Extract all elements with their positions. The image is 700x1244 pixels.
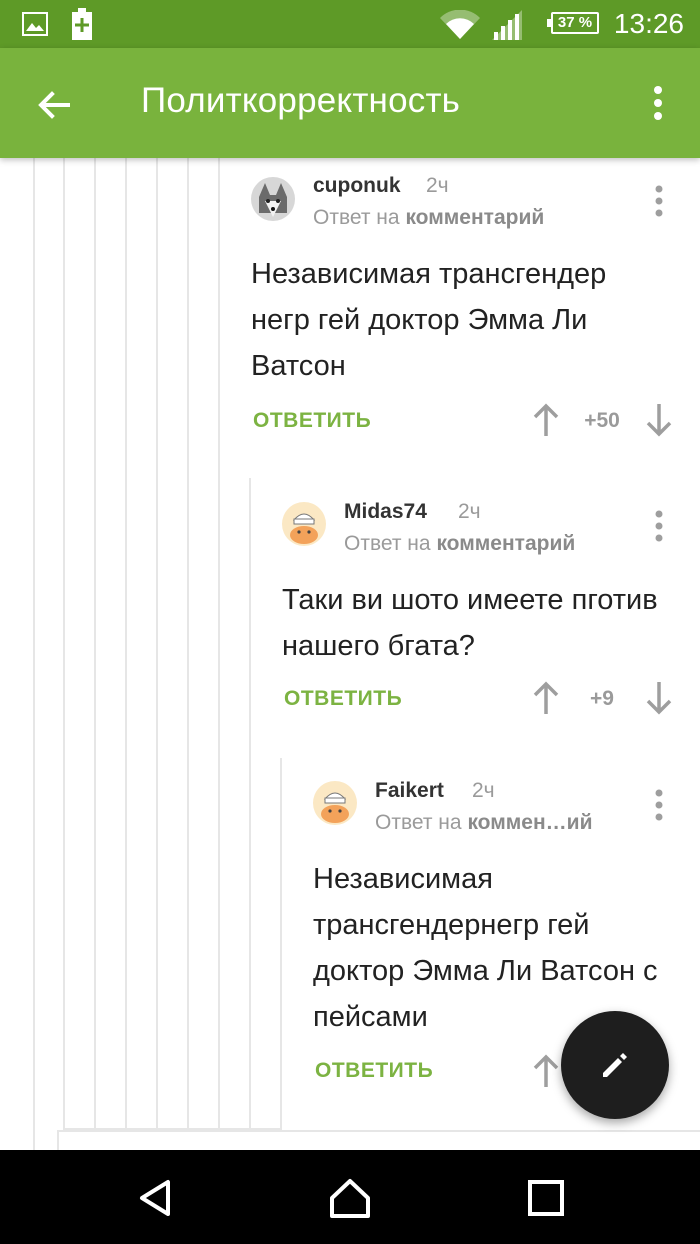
recents-icon[interactable] bbox=[524, 1176, 568, 1220]
battery-level: 37 % bbox=[557, 14, 593, 31]
avatar[interactable] bbox=[313, 781, 357, 825]
wifi-icon bbox=[440, 10, 480, 39]
reply-button[interactable]: ОТВЕТИТЬ bbox=[253, 409, 371, 433]
reply-to-link[interactable]: комментарий bbox=[436, 532, 575, 555]
arrow-back-icon[interactable] bbox=[30, 81, 78, 129]
reply-to: Ответ на комментарий bbox=[313, 206, 544, 230]
signal-icon bbox=[492, 10, 522, 40]
default-avatar-icon bbox=[282, 502, 326, 546]
reply-button[interactable]: ОТВЕТИТЬ bbox=[315, 1059, 433, 1083]
rating: +9 bbox=[590, 687, 614, 710]
battery-icon: 37 % bbox=[547, 12, 599, 34]
husky-avatar-icon bbox=[251, 177, 295, 221]
pencil-icon bbox=[603, 1053, 627, 1077]
comment-time: 2ч bbox=[472, 779, 495, 802]
comment-menu-icon[interactable] bbox=[649, 509, 669, 545]
default-avatar-icon bbox=[313, 781, 357, 825]
avatar[interactable] bbox=[251, 177, 295, 221]
downvote-icon[interactable] bbox=[645, 680, 673, 716]
app-bar: Политкорректность bbox=[0, 48, 700, 158]
comments-thread[interactable]: cuponuk 2ч Ответ на комментарий Независи… bbox=[0, 158, 700, 1150]
status-bar: 37 % 13:26 bbox=[0, 0, 700, 48]
back-triangle-icon[interactable] bbox=[134, 1176, 178, 1220]
clock: 13:26 bbox=[613, 8, 684, 39]
comment: cuponuk 2ч Ответ на комментарий Независи… bbox=[0, 158, 700, 458]
reply-to-link[interactable]: комментарий bbox=[405, 206, 544, 229]
downvote-icon[interactable] bbox=[645, 402, 673, 438]
comment-time: 2ч bbox=[426, 174, 449, 197]
image-icon bbox=[22, 12, 48, 36]
system-nav-bar bbox=[0, 1150, 700, 1244]
comment-author[interactable]: cuponuk bbox=[313, 174, 401, 198]
comment-menu-icon[interactable] bbox=[649, 788, 669, 824]
comment-body: Независимая трансгендер негр гей доктор … bbox=[251, 258, 607, 382]
rating: +50 bbox=[584, 409, 620, 432]
reply-to-prefix: Ответ на bbox=[375, 811, 462, 834]
avatar[interactable] bbox=[282, 502, 326, 546]
page-title: Политкорректность bbox=[141, 81, 461, 120]
reply-to-prefix: Ответ на bbox=[344, 532, 431, 555]
upvote-icon[interactable] bbox=[532, 402, 560, 438]
comment-body: Таки ви шото имеете пготив нашего бгата? bbox=[282, 584, 658, 662]
upvote-icon[interactable] bbox=[532, 680, 560, 716]
comment-author[interactable]: Faikert bbox=[375, 779, 444, 803]
comment-menu-icon[interactable] bbox=[649, 184, 669, 220]
comment-author[interactable]: Midas74 bbox=[344, 500, 427, 524]
comment-time: 2ч bbox=[458, 500, 481, 523]
reply-to: Ответ на коммен…ий bbox=[375, 811, 592, 835]
upvote-icon[interactable] bbox=[532, 1053, 560, 1089]
reply-to-prefix: Ответ на bbox=[313, 206, 400, 229]
reply-button[interactable]: ОТВЕТИТЬ bbox=[284, 687, 402, 711]
write-comment-button[interactable] bbox=[561, 1011, 669, 1119]
comment: Midas74 2ч Ответ на комментарий Таки ви … bbox=[0, 478, 700, 758]
reply-to: Ответ на комментарий bbox=[344, 532, 575, 556]
home-icon[interactable] bbox=[328, 1176, 372, 1220]
reply-to-link[interactable]: коммен…ий bbox=[467, 811, 592, 834]
more-vert-icon[interactable] bbox=[640, 82, 676, 126]
battery-saver-icon bbox=[72, 8, 92, 40]
